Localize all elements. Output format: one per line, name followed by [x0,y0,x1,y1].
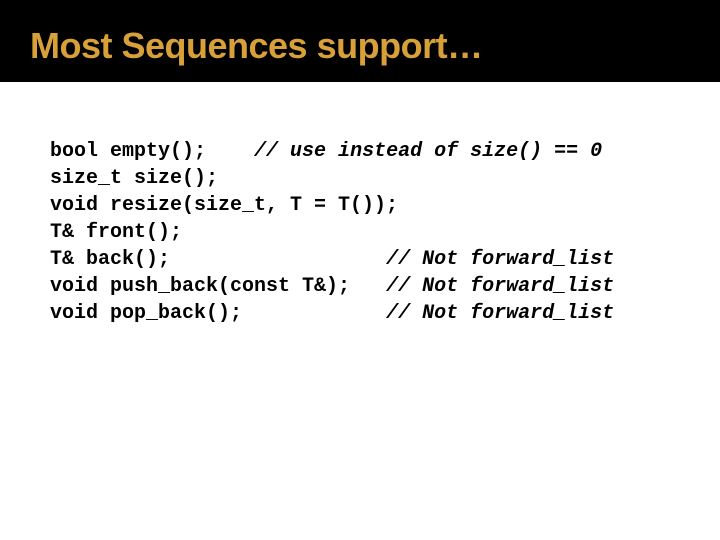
code-text: T& back(); [50,248,386,271]
code-text: bool empty(); [50,140,254,163]
code-comment: // Not forward_list [386,275,614,298]
code-line: T& front(); [50,219,720,246]
code-text: void push_back(const T&); [50,275,386,298]
code-comment: // use instead of size() == 0 [254,140,602,163]
code-comment: // Not forward_list [386,302,614,325]
code-line: size_t size(); [50,165,720,192]
code-line: void resize(size_t, T = T()); [50,192,720,219]
code-line: void push_back(const T&); // Not forward… [50,273,720,300]
slide: Most Sequences support… bool empty(); //… [0,0,720,540]
code-block: bool empty(); // use instead of size() =… [0,82,720,327]
code-text: void resize(size_t, T = T()); [50,194,398,217]
code-line: void pop_back(); // Not forward_list [50,300,720,327]
code-line: T& back(); // Not forward_list [50,246,720,273]
slide-title: Most Sequences support… [30,28,720,64]
code-line: bool empty(); // use instead of size() =… [50,138,720,165]
code-text: size_t size(); [50,167,218,190]
code-text: T& front(); [50,221,182,244]
title-band: Most Sequences support… [0,0,720,82]
code-text: void pop_back(); [50,302,386,325]
code-comment: // Not forward_list [386,248,614,271]
